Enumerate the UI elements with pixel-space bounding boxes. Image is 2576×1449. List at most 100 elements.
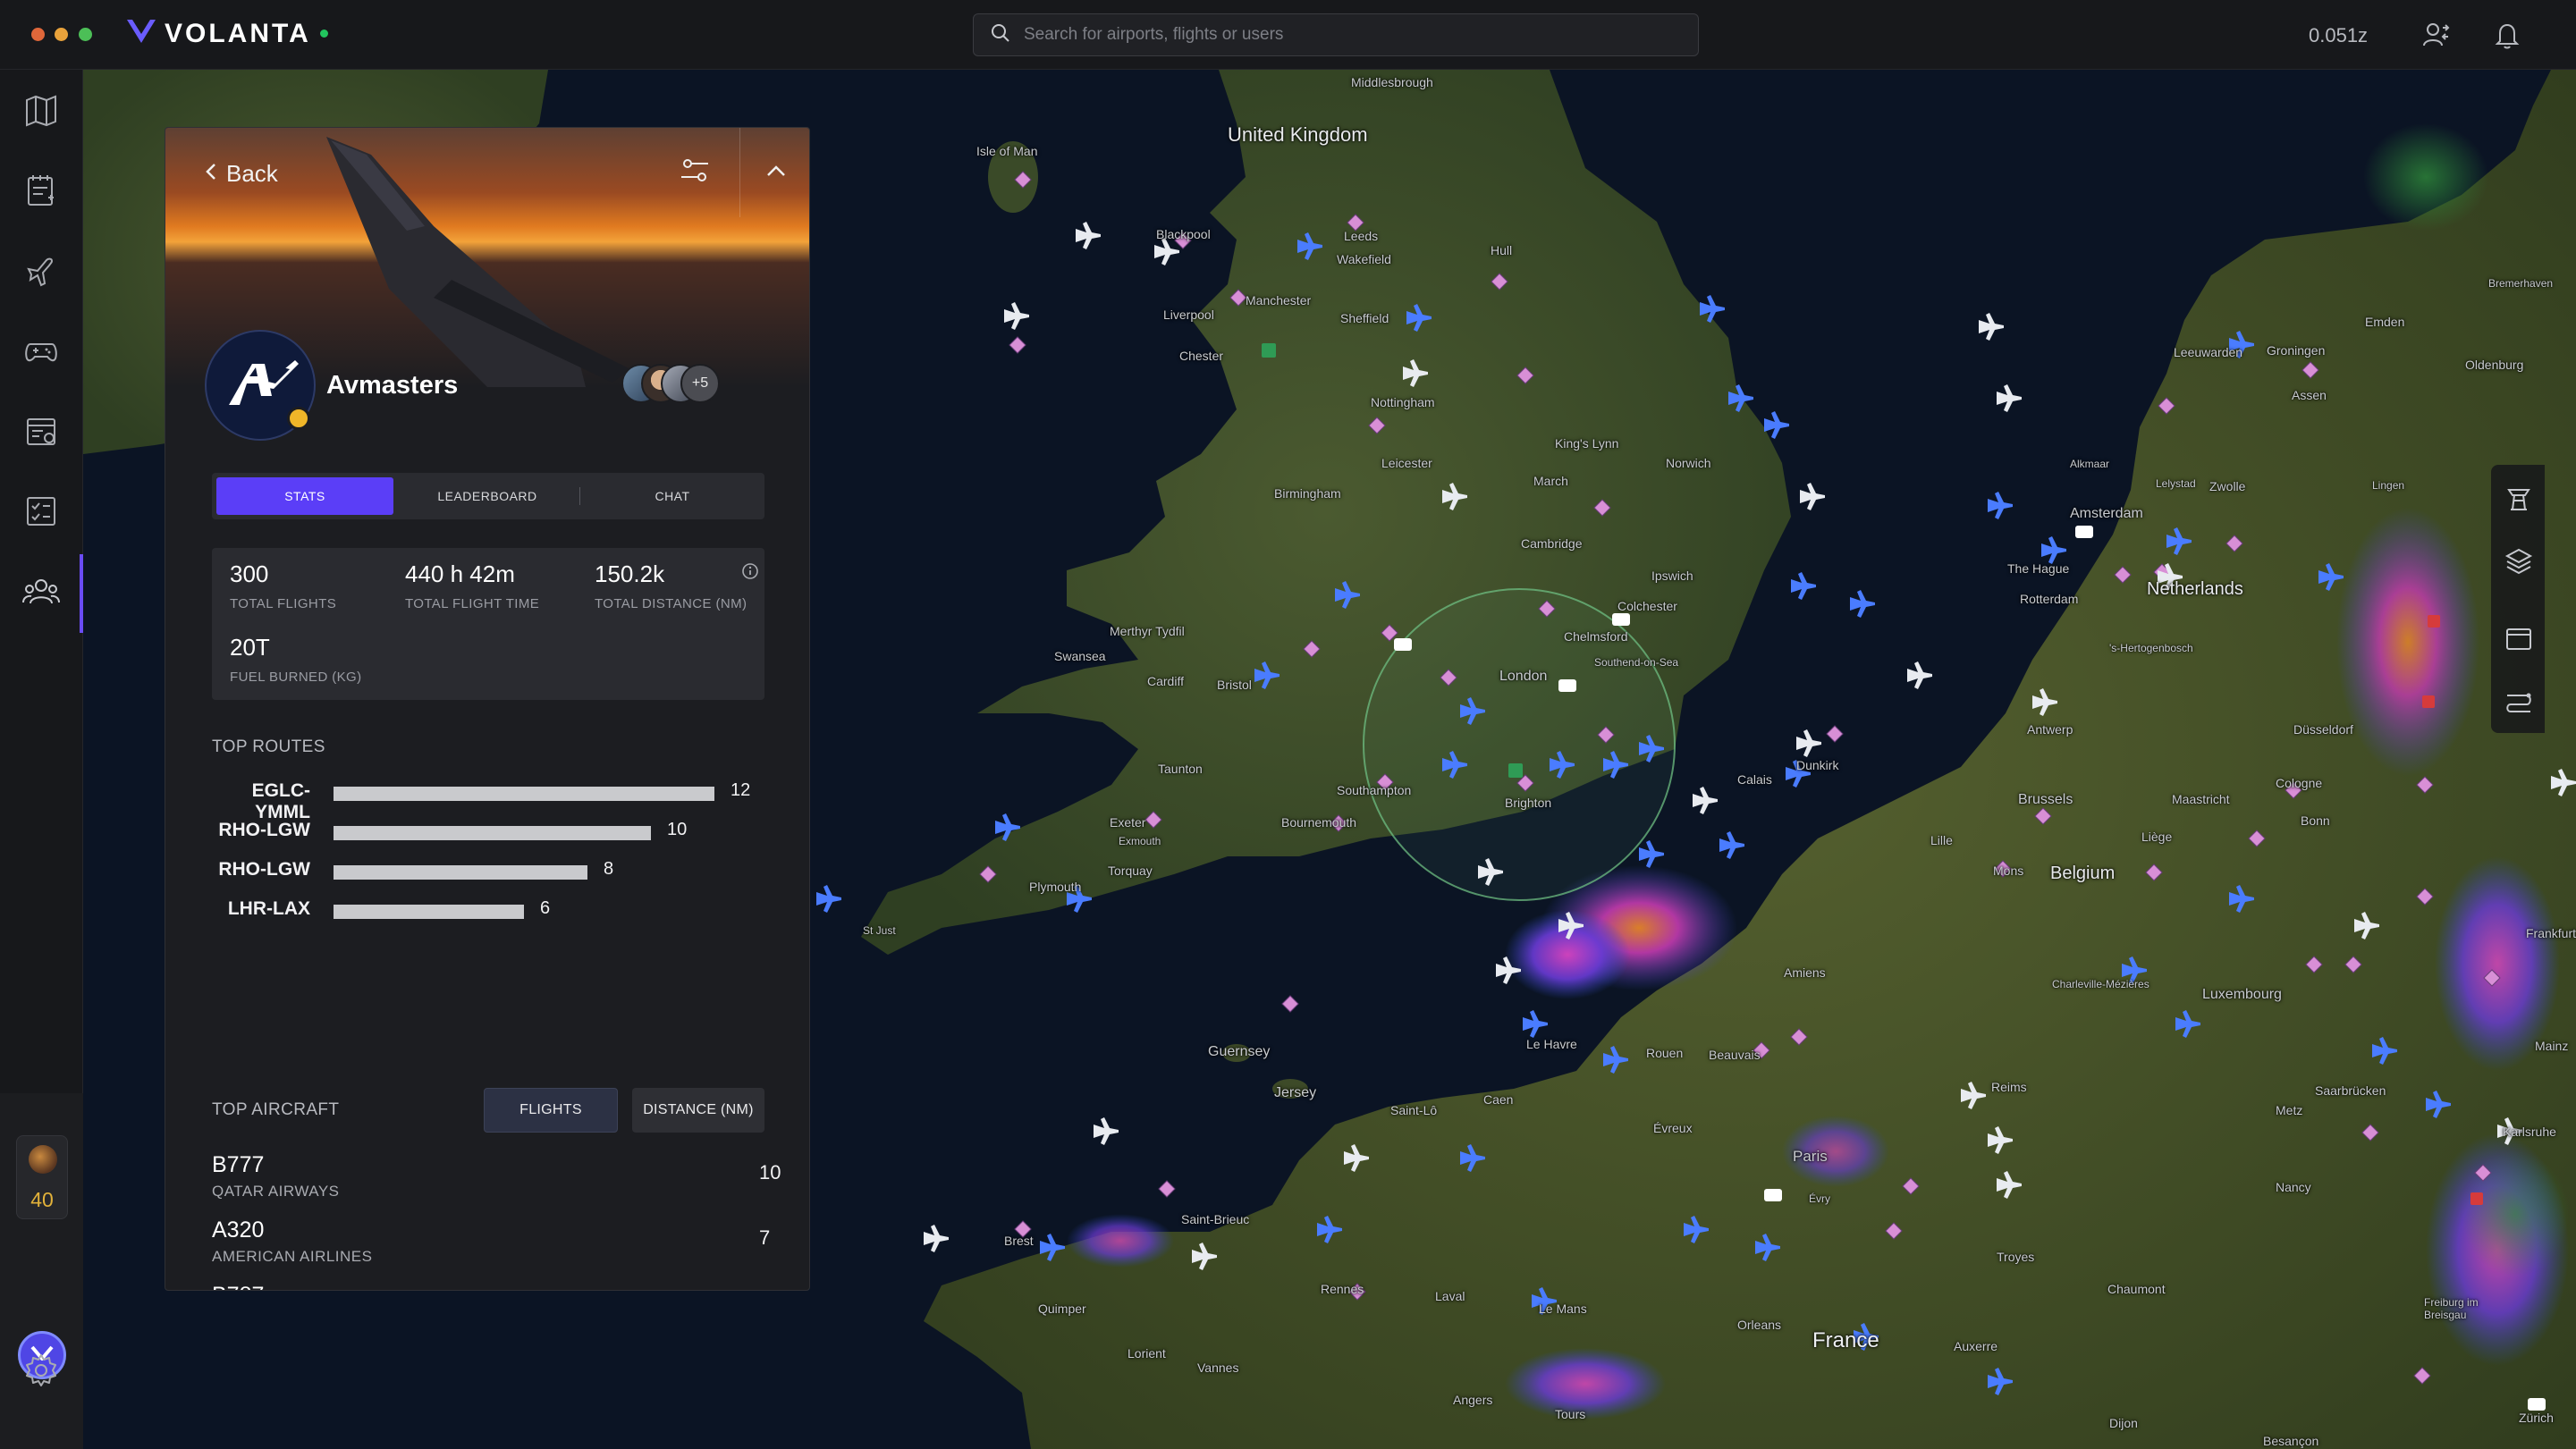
- map-label: Assen: [2292, 388, 2327, 402]
- map-label: King's Lynn: [1555, 436, 1619, 451]
- aircraft-airline: AMERICAN AIRLINES: [212, 1248, 373, 1265]
- search-input[interactable]: Search for airports, flights or users: [1024, 25, 1283, 45]
- flights-toggle-button[interactable]: FLIGHTS: [484, 1088, 618, 1133]
- aircraft-row[interactable]: B777 QATAR AIRWAYS 10: [212, 1152, 781, 1206]
- nav-checklists[interactable]: [20, 492, 63, 535]
- settings-button[interactable]: [20, 1351, 63, 1394]
- groups-icon: [21, 574, 61, 614]
- map-label: Antwerp: [2027, 722, 2073, 737]
- map-label: Dijon: [2109, 1416, 2138, 1430]
- top-aircraft-title: TOP AIRCRAFT: [212, 1100, 340, 1119]
- map-label: Bonn: [2301, 813, 2330, 828]
- map-label: Le Mans: [1539, 1302, 1587, 1316]
- map-label: Vannes: [1197, 1361, 1239, 1375]
- window-minimize-button[interactable]: [55, 28, 68, 41]
- brand-logo[interactable]: VOLANTA: [125, 16, 328, 51]
- route-tool-button[interactable]: [2504, 687, 2534, 717]
- total-flights-value: 300: [230, 560, 269, 587]
- aircraft-airline: QATAR AIRWAYS: [212, 1183, 340, 1200]
- nav-flights[interactable]: [20, 251, 63, 294]
- user-level-card[interactable]: 40: [16, 1135, 68, 1219]
- window-maximize-button[interactable]: [79, 28, 92, 41]
- weather-cell: [2363, 123, 2488, 231]
- route-name: EGLC-YMML: [251, 780, 310, 822]
- sliders-icon: [679, 156, 711, 190]
- map-label: Swansea: [1054, 649, 1106, 663]
- map-label: Troyes: [1997, 1250, 2035, 1264]
- map-label: London: [1499, 669, 1548, 684]
- back-button[interactable]: Back: [205, 160, 278, 188]
- route-count: 8: [604, 859, 614, 879]
- map-label: Leeuwarden: [2174, 345, 2243, 359]
- collapse-panel-button[interactable]: [739, 128, 809, 217]
- chevron-left-icon: [205, 160, 217, 188]
- map-label: Bournemouth: [1281, 815, 1357, 830]
- map-label: Hull: [1491, 243, 1513, 257]
- nav-logbook[interactable]: [20, 171, 63, 214]
- map-label: Emden: [2365, 315, 2405, 329]
- map-label: Cologne: [2276, 776, 2323, 790]
- map-label: France: [1812, 1328, 1879, 1352]
- window-close-button[interactable]: [31, 28, 45, 41]
- map-label: Isle of Man: [976, 144, 1038, 158]
- filter-button[interactable]: [650, 128, 739, 217]
- utc-clock: 0.051z: [2309, 24, 2369, 46]
- search-bar[interactable]: Search for airports, flights or users: [973, 13, 1699, 56]
- info-icon[interactable]: [741, 562, 759, 585]
- bell-icon[interactable]: [2492, 20, 2522, 50]
- route-row[interactable]: LHR-LAX 6: [205, 897, 777, 923]
- group-name: Avmasters: [326, 371, 459, 400]
- more-members-badge[interactable]: +5: [680, 364, 720, 403]
- map-label: Maastricht: [2172, 792, 2230, 806]
- map-label: Brussels: [2018, 792, 2073, 807]
- route-count: 6: [540, 898, 551, 918]
- tab-leaderboard[interactable]: LEADERBOARD: [398, 477, 577, 515]
- map-label: Nancy: [2276, 1180, 2311, 1194]
- route-row[interactable]: RHO-LGW 8: [205, 857, 777, 884]
- map-label: Rotterdam: [2020, 592, 2079, 606]
- aircraft-count: 10: [759, 1161, 781, 1184]
- route-row[interactable]: EGLC-YMML 12: [205, 779, 777, 822]
- distance-toggle-button[interactable]: DISTANCE (NM): [632, 1088, 764, 1133]
- brand-name: VOLANTA: [165, 18, 311, 48]
- map-label: Mainz: [2535, 1039, 2569, 1053]
- tab-divider: [579, 487, 580, 505]
- stats-summary: 300 TOTAL FLIGHTS 440 h 42m TOTAL FLIGHT…: [212, 548, 764, 700]
- map-label: Birmingham: [1274, 486, 1341, 501]
- map-label: Lelystad: [2156, 477, 2196, 490]
- tab-stats[interactable]: STATS: [216, 477, 393, 515]
- map-tools-rail: [2491, 465, 2545, 733]
- map-label: Taunton: [1158, 762, 1203, 776]
- aircraft-type: B787: [212, 1283, 264, 1290]
- map-label: Lorient: [1128, 1346, 1166, 1361]
- back-label: Back: [226, 160, 278, 187]
- nav-map[interactable]: [20, 91, 63, 134]
- map-label: Le Havre: [1526, 1037, 1577, 1051]
- map-label: Cardiff: [1147, 674, 1184, 688]
- aircraft-row[interactable]: A320 AMERICAN AIRLINES 7: [212, 1217, 770, 1271]
- route-name: LHR-LAX: [227, 898, 310, 919]
- aircraft-row[interactable]: B787AIR NEW ZEALAND6: [212, 1283, 766, 1290]
- layers-button[interactable]: [2504, 545, 2534, 576]
- window-view-button[interactable]: [2504, 624, 2534, 654]
- nav-schedule[interactable]: [20, 412, 63, 455]
- airport-filter-button[interactable]: [2504, 483, 2534, 513]
- map-label: Laval: [1435, 1289, 1465, 1303]
- route-row[interactable]: RHO-LGW 10: [205, 818, 777, 845]
- user-switch-icon[interactable]: [2421, 20, 2452, 50]
- route-bar: [334, 826, 651, 840]
- checklist-icon: [23, 493, 59, 534]
- route-count: 12: [731, 780, 751, 800]
- nav-games[interactable]: [20, 332, 63, 375]
- tab-chat[interactable]: CHAT: [584, 477, 761, 515]
- map-label: Chelmsford: [1564, 629, 1628, 644]
- map-label: Merthyr Tydfil: [1110, 624, 1185, 638]
- map-label: The Hague: [2007, 561, 2070, 576]
- map-label: Charleville-Mézières: [2052, 978, 2149, 990]
- map-label: Saarbrücken: [2315, 1083, 2386, 1098]
- user-avatar: [29, 1145, 57, 1174]
- map-label: Düsseldorf: [2293, 722, 2353, 737]
- route-name: RHO-LGW: [218, 859, 310, 880]
- map-label: St Just: [863, 924, 896, 937]
- nav-groups[interactable]: [20, 572, 63, 615]
